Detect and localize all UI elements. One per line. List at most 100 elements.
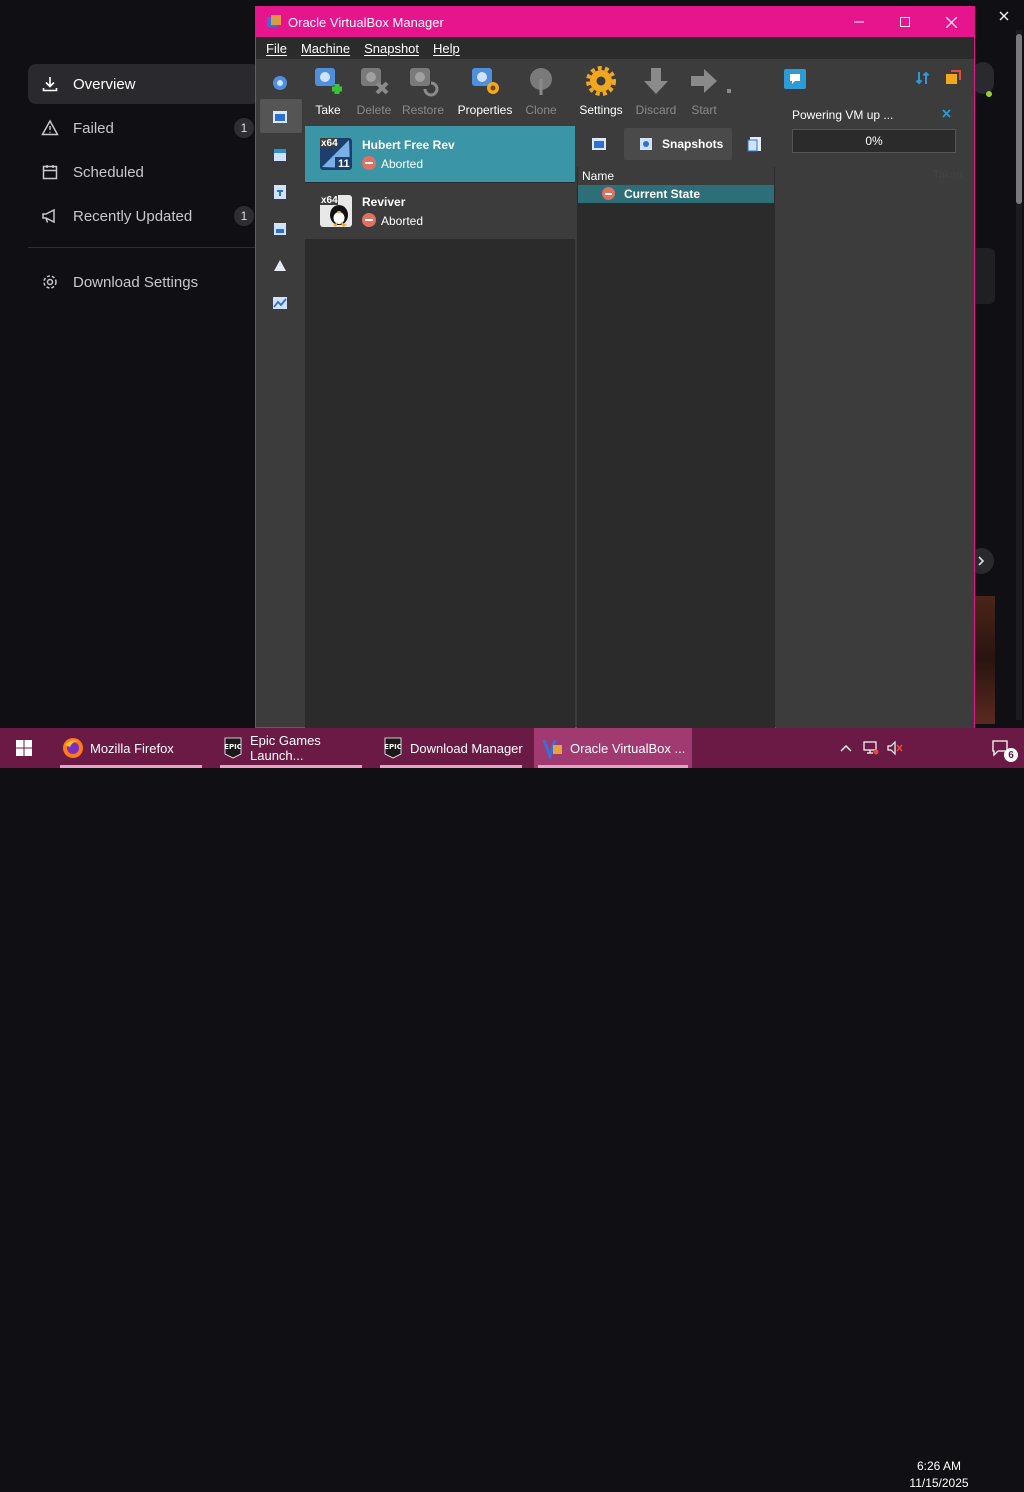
logs-tab-icon[interactable] <box>746 135 766 155</box>
vm-state: Aborted <box>381 157 424 171</box>
online-status-dot <box>986 91 992 97</box>
taskbar-item-download-manager[interactable]: EPIC Download Manager <box>376 728 526 768</box>
scrollbar-thumb[interactable] <box>1016 34 1022 204</box>
details-tab-icon[interactable] <box>590 135 610 155</box>
avatar[interactable] <box>972 62 994 94</box>
aborted-state-icon <box>602 187 615 200</box>
os-version-badge: 11 <box>338 158 350 170</box>
discard-label: Discard <box>635 103 677 117</box>
nav-item-scheduled[interactable]: Scheduled <box>28 152 260 192</box>
snapshot-name: Current State <box>624 187 701 201</box>
taskbar-label: Mozilla Firefox <box>90 740 174 756</box>
minimize-button[interactable] <box>836 7 882 37</box>
nav-item-download-settings[interactable]: Download Settings <box>28 262 260 302</box>
taskbar-item-virtualbox[interactable]: Oracle VirtualBox ... <box>534 728 692 768</box>
sort-icon <box>915 71 930 85</box>
download-icon <box>40 74 60 94</box>
discard-button[interactable]: Discard <box>634 65 678 121</box>
aborted-state-icon <box>362 156 376 170</box>
performance-icon[interactable] <box>268 291 292 315</box>
clone-label: Clone <box>525 103 557 117</box>
close-icon <box>945 16 957 28</box>
nav-label: Recently Updated <box>73 207 193 225</box>
snapshot-tree <box>577 166 775 728</box>
megaphone-icon <box>40 206 60 226</box>
clear-notifications-button[interactable] <box>944 69 962 87</box>
settings-label: Settings <box>579 103 623 117</box>
svg-text:EPIC: EPIC <box>384 743 402 751</box>
menu-bar: File Machine Snapshot Help <box>256 37 974 59</box>
minimize-icon <box>854 21 864 23</box>
progress-label: Powering VM up ... <box>792 108 894 122</box>
clock[interactable]: 6:26 AM 11/15/2025 <box>904 1458 974 1492</box>
menu-help[interactable]: Help <box>433 41 460 56</box>
network-icon <box>863 741 879 755</box>
vm-state: Aborted <box>381 214 424 228</box>
tab-snapshots[interactable]: Snapshots <box>624 128 732 160</box>
vm-list-item[interactable]: x64 Reviver Aborted <box>305 183 575 239</box>
machine-tools-icon[interactable] <box>268 105 292 129</box>
activities-icon[interactable] <box>268 254 292 278</box>
warning-icon <box>40 118 60 138</box>
vm-list-item[interactable]: x64 11 Hubert Free Rev Aborted <box>305 126 575 182</box>
notification-center-button[interactable] <box>784 69 806 89</box>
notification-center-button[interactable]: 6 <box>980 728 1020 768</box>
arrow-right-icon <box>688 65 720 97</box>
delete-snapshot-button[interactable]: Delete <box>352 65 396 121</box>
close-button[interactable] <box>928 7 974 37</box>
settings-button[interactable]: Settings <box>576 65 626 121</box>
nav-label: Download Settings <box>73 273 199 291</box>
cloud-icon[interactable] <box>268 217 292 241</box>
title-bar[interactable]: Oracle VirtualBox Manager <box>256 7 974 37</box>
epic-close-button[interactable] <box>994 8 1014 24</box>
menu-machine[interactable]: Machine <box>301 41 350 56</box>
start-label: Start <box>691 103 717 117</box>
network-icon[interactable] <box>268 180 292 204</box>
column-header-name[interactable]: Name <box>578 167 774 185</box>
nav-item-failed[interactable]: Failed <box>28 108 260 148</box>
maximize-button[interactable] <box>882 7 928 37</box>
dismiss-notification-button[interactable] <box>942 107 951 121</box>
nav-item-recently-updated[interactable]: Recently Updated <box>28 196 260 236</box>
notification-count-badge: 6 <box>1004 748 1018 762</box>
calendar-icon <box>40 162 60 182</box>
start-button[interactable] <box>0 728 48 768</box>
snapshot-row-current-state[interactable]: Current State <box>578 185 774 203</box>
network-status-button[interactable] <box>860 728 882 768</box>
sort-button[interactable] <box>914 69 932 87</box>
details-pane <box>776 59 974 728</box>
epic-games-icon: EPIC <box>382 737 404 759</box>
aborted-state-icon <box>362 213 376 227</box>
virtualbox-logo-icon <box>266 14 282 30</box>
media-icon[interactable] <box>268 143 292 167</box>
properties-button[interactable]: Properties <box>455 65 515 121</box>
show-hidden-icons-button[interactable] <box>836 728 856 768</box>
taskbar-label: Epic Games Launch... <box>250 733 321 763</box>
restore-snapshot-button[interactable]: Restore <box>400 65 446 121</box>
menu-file[interactable]: File <box>266 41 287 56</box>
failed-count-badge: 1 <box>234 118 254 138</box>
column-header-taken: Taken <box>933 169 963 181</box>
taskbar-item-firefox[interactable]: Mozilla Firefox <box>56 728 206 768</box>
svg-text:EPIC: EPIC <box>224 743 242 751</box>
os-arch-badge: x64 <box>321 138 338 149</box>
windows-logo-icon <box>16 740 32 756</box>
close-icon <box>999 11 1009 21</box>
arrow-down-icon <box>640 65 672 97</box>
welcome-icon[interactable] <box>268 71 292 95</box>
taskbar-item-epic-games[interactable]: EPIC Epic Games Launch... <box>216 728 366 768</box>
divider <box>28 247 260 248</box>
clone-button[interactable]: Clone <box>521 65 561 121</box>
start-button[interactable]: Start <box>684 65 724 121</box>
nav-item-overview[interactable]: Overview <box>28 64 260 104</box>
menu-snapshot[interactable]: Snapshot <box>364 41 419 56</box>
start-dropdown-indicator[interactable] <box>727 89 731 93</box>
take-snapshot-button[interactable]: Take <box>308 65 348 121</box>
game-thumbnail-edge <box>975 596 995 724</box>
chevron-up-icon <box>840 745 852 752</box>
volume-button[interactable] <box>884 728 906 768</box>
settings-gear-icon <box>585 65 617 97</box>
take-snapshot-icon <box>312 65 344 97</box>
close-icon <box>942 109 951 118</box>
clock-time: 6:26 AM <box>916 1459 962 1473</box>
